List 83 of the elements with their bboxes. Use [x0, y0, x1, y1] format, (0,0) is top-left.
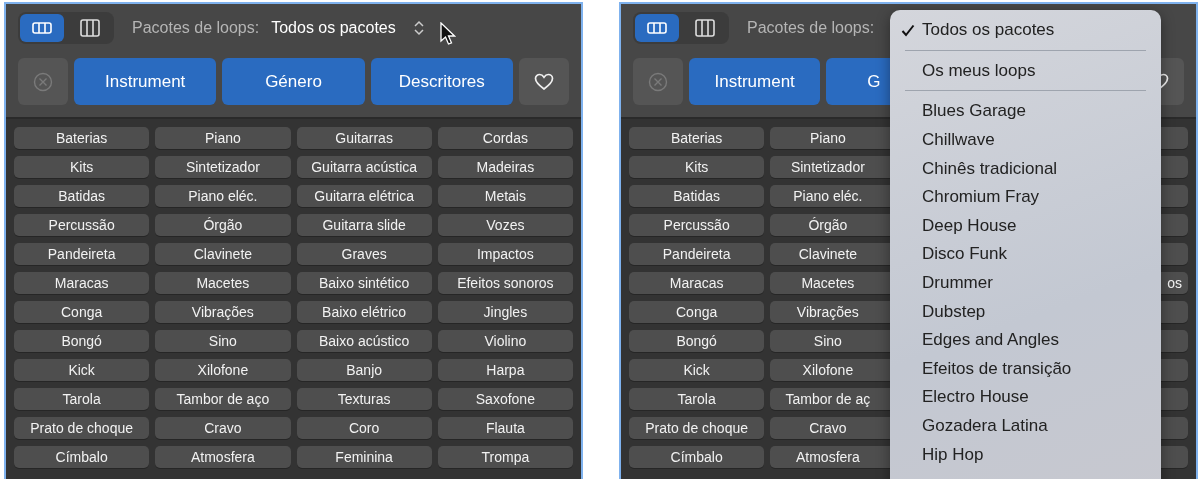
- checkmark-icon: [901, 24, 915, 37]
- keyword-button[interactable]: Percussão: [629, 214, 765, 236]
- keyword-button[interactable]: Tarola: [629, 388, 765, 410]
- keyword-button[interactable]: Guitarra slide: [296, 214, 432, 236]
- keyword-button[interactable]: Trompa: [437, 446, 573, 468]
- keyword-button[interactable]: Saxofone: [437, 388, 573, 410]
- columns-view-icon: [695, 19, 715, 37]
- keyword-button[interactable]: Conga: [14, 301, 150, 323]
- keyword-button[interactable]: Conga: [629, 301, 765, 323]
- keyword-button[interactable]: Baixo elétrico: [296, 301, 432, 323]
- keyword-button[interactable]: Batidas: [629, 185, 765, 207]
- menu-item[interactable]: Todos os pacotes: [890, 16, 1161, 45]
- keyword-button[interactable]: Impactos: [437, 243, 573, 265]
- keyword-button[interactable]: Sino: [155, 330, 291, 352]
- category-button[interactable]: Instrument: [74, 58, 217, 105]
- keyword-button[interactable]: Madeiras: [437, 156, 573, 178]
- keyword-button[interactable]: Efeitos sonoros: [437, 272, 573, 294]
- category-button[interactable]: Género: [222, 58, 365, 105]
- keyword-button[interactable]: Vibrações: [155, 301, 291, 323]
- keyword-button[interactable]: Cravo: [155, 417, 291, 439]
- keyword-button[interactable]: Harpa: [437, 359, 573, 381]
- mouse-pointer-icon: [440, 22, 456, 46]
- keyword-button[interactable]: Bongó: [629, 330, 765, 352]
- keyword-button[interactable]: Vozes: [437, 214, 573, 236]
- view-mode-button[interactable]: [635, 14, 679, 42]
- keyword-button[interactable]: Prato de choque: [629, 417, 765, 439]
- keyword-button[interactable]: Piano eléc.: [155, 185, 291, 207]
- keyword-button[interactable]: Cordas: [437, 127, 573, 149]
- menu-item[interactable]: Os meus loops: [890, 56, 1161, 86]
- keyword-button[interactable]: Atmosfera: [155, 446, 291, 468]
- keyword-button[interactable]: Percussão: [14, 214, 150, 236]
- keyword-button[interactable]: Xilofone: [155, 359, 291, 381]
- keyword-button[interactable]: Guitarra acústica: [296, 156, 432, 178]
- heart-icon: [534, 72, 554, 91]
- loop-packs-popup[interactable]: Todos os pacotes: [271, 19, 396, 37]
- keyword-button[interactable]: Guitarra elétrica: [296, 185, 432, 207]
- category-button[interactable]: Descritores: [370, 58, 513, 105]
- keyword-button[interactable]: Banjo: [296, 359, 432, 381]
- loop-packs-label: Pacotes de loops:: [132, 19, 260, 37]
- rows-view-icon: [647, 22, 667, 34]
- menu-item[interactable]: Blues Garage: [890, 97, 1161, 126]
- keyword-button[interactable]: Pandeireta: [629, 243, 765, 265]
- keyword-button[interactable]: Kits: [629, 156, 765, 178]
- keyword-button[interactable]: Metais: [437, 185, 573, 207]
- keyword-button[interactable]: Órgão: [155, 214, 291, 236]
- favorites-button[interactable]: [519, 58, 569, 105]
- keyword-button[interactable]: Piano: [155, 127, 291, 149]
- keyword-button[interactable]: Kick: [14, 359, 150, 381]
- keyword-button[interactable]: Baterias: [629, 127, 765, 149]
- keyword-button[interactable]: Maracas: [14, 272, 150, 294]
- keyword-button[interactable]: Bongó: [14, 330, 150, 352]
- keyword-button[interactable]: Kick: [629, 359, 765, 381]
- keyword-button[interactable]: Baixo acústico: [296, 330, 432, 352]
- category-button[interactable]: Instrument: [689, 58, 821, 105]
- keyword-button[interactable]: Macetes: [155, 272, 291, 294]
- keyword-button[interactable]: Prato de choque: [14, 417, 150, 439]
- keyword-button[interactable]: Pandeireta: [14, 243, 150, 265]
- keyword-button[interactable]: Címbalo: [629, 446, 765, 468]
- keyword-button[interactable]: Maracas: [629, 272, 765, 294]
- keyword-button[interactable]: Baixo sintético: [296, 272, 432, 294]
- keyword-button[interactable]: Feminina: [296, 446, 432, 468]
- keyword-button[interactable]: Kits: [14, 156, 150, 178]
- keyword-button[interactable]: Baterias: [14, 127, 150, 149]
- keyword-button[interactable]: Batidas: [14, 185, 150, 207]
- close-icon: [33, 71, 53, 92]
- keyword-button[interactable]: Sintetizador: [155, 156, 291, 178]
- keyword-button[interactable]: Guitarras: [296, 127, 432, 149]
- close-icon: [648, 71, 668, 92]
- keyword-button[interactable]: Flauta: [437, 417, 573, 439]
- keyword-button[interactable]: Címbalo: [14, 446, 150, 468]
- keyword-button[interactable]: Tarola: [14, 388, 150, 410]
- keyword-button[interactable]: Violino: [437, 330, 573, 352]
- keyword-button[interactable]: Graves: [296, 243, 432, 265]
- keyword-button[interactable]: Texturas: [296, 388, 432, 410]
- keyword-button[interactable]: Clavinete: [155, 243, 291, 265]
- keyword-button[interactable]: Jingles: [437, 301, 573, 323]
- view-mode-button[interactable]: [20, 14, 64, 42]
- up-down-chevron-icon: [413, 20, 424, 36]
- rows-view-icon: [32, 22, 52, 34]
- keyword-button[interactable]: Coro: [296, 417, 432, 439]
- columns-view-icon: [80, 19, 100, 37]
- loop-packs-label: Pacotes de loops:: [747, 19, 875, 37]
- keyword-button[interactable]: Tambor de aço: [155, 388, 291, 410]
